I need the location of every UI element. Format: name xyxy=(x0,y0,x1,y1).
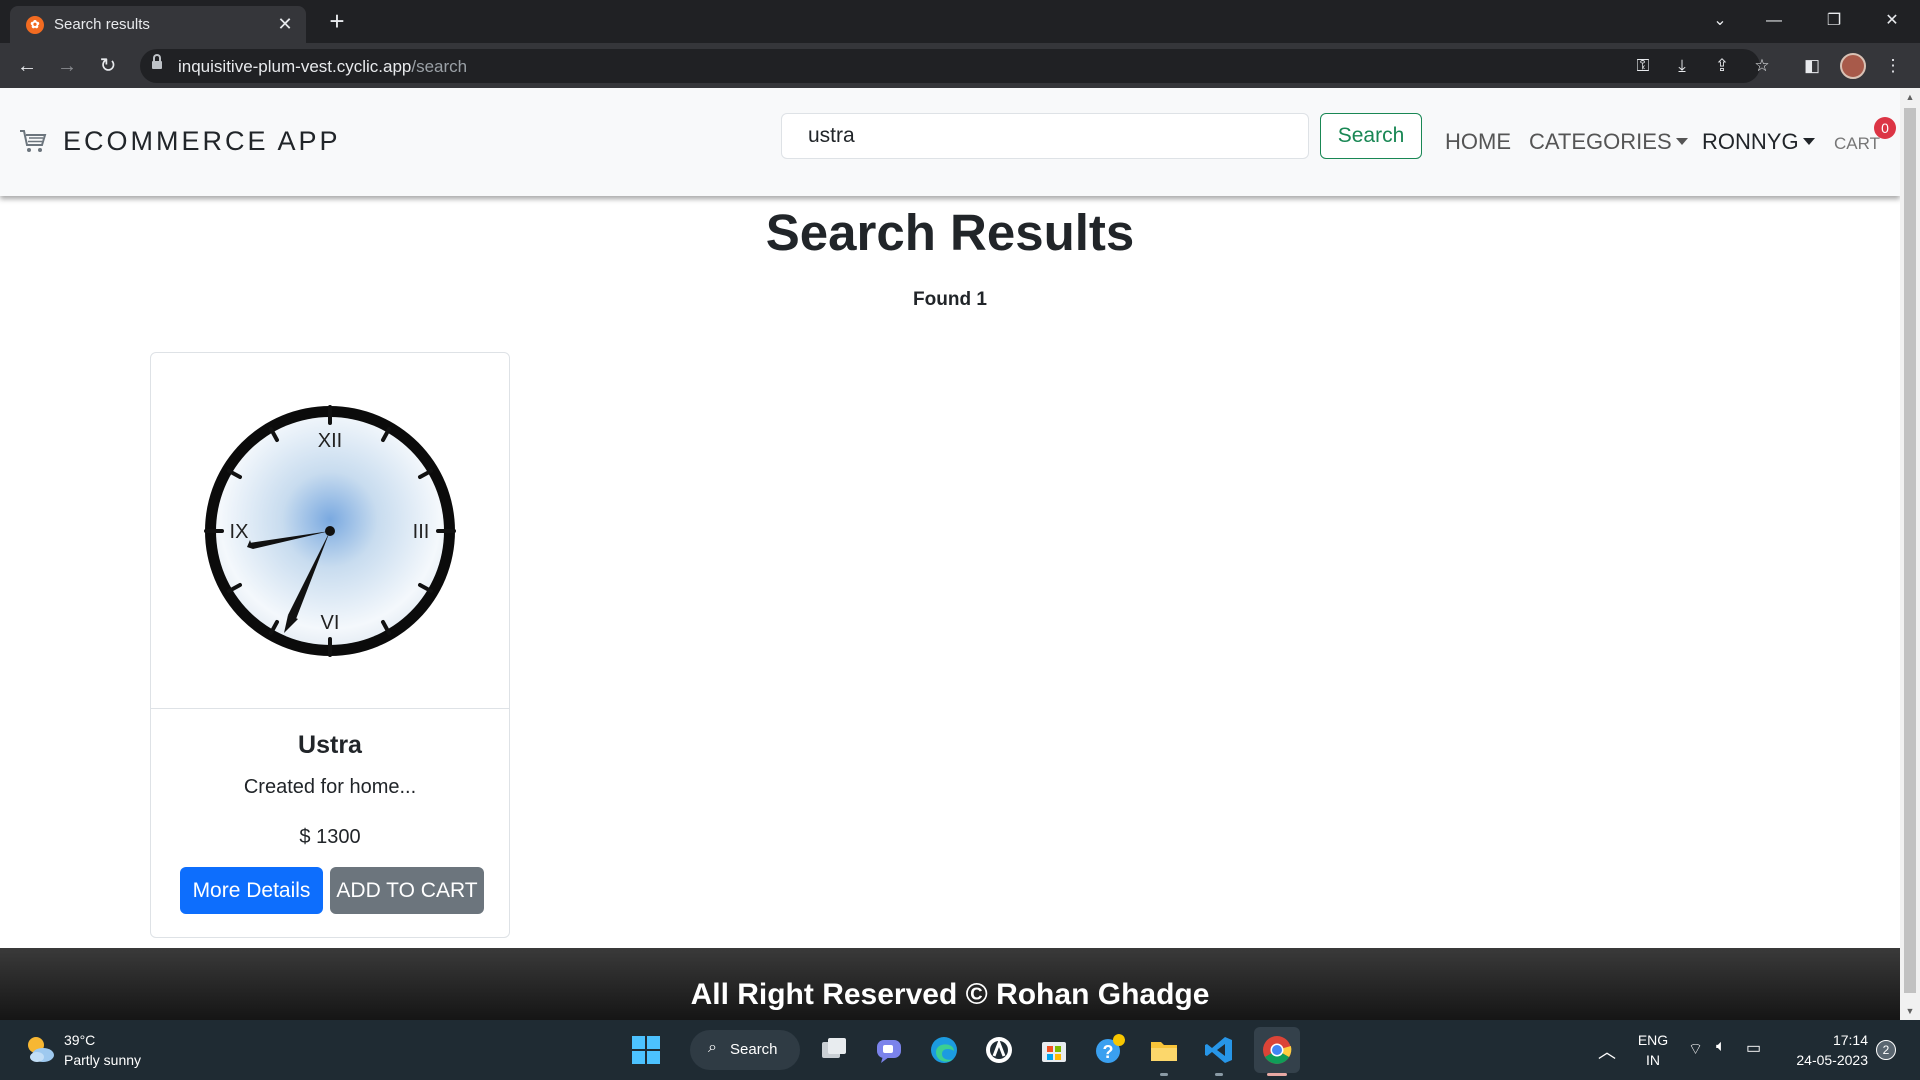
language-indicator-line2[interactable]: IN xyxy=(1636,1052,1670,1068)
bookmark-star-icon[interactable]: ☆ xyxy=(1749,53,1775,79)
forward-icon[interactable]: → xyxy=(53,52,81,80)
caret-down-icon xyxy=(1802,138,1815,145)
scroll-up-arrow-icon[interactable]: ▲ xyxy=(1905,92,1915,102)
new-tab-button[interactable]: + xyxy=(322,8,352,35)
nav-categories-dropdown[interactable]: CATEGORIES xyxy=(1529,129,1688,155)
site-footer: All Right Reserved © Rohan Ghadge xyxy=(0,948,1900,1020)
windows-start-icon[interactable] xyxy=(630,1034,662,1066)
microsoft-store-icon[interactable] xyxy=(1038,1034,1070,1066)
nav-user-dropdown[interactable]: RONNYG xyxy=(1702,129,1815,155)
browser-toolbar: ← → ↻ inquisitive-plum-vest.cyclic.app/s… xyxy=(0,43,1920,88)
search-icon: ⌕ xyxy=(708,1039,717,1056)
tab-title: Search results xyxy=(54,16,150,33)
teams-chat-icon[interactable] xyxy=(873,1034,905,1066)
side-panel-icon[interactable]: ◧ xyxy=(1799,53,1825,79)
copilot-app-icon[interactable] xyxy=(983,1034,1015,1066)
url-host: inquisitive-plum-vest.cyclic.app xyxy=(178,57,412,76)
url-path: /search xyxy=(411,57,468,76)
url-text: inquisitive-plum-vest.cyclic.app/search xyxy=(178,57,467,77)
active-indicator xyxy=(1267,1073,1287,1076)
menu-kebab-icon[interactable]: ⋮ xyxy=(1880,53,1906,79)
clock-numeral-3: III xyxy=(413,521,430,543)
nav-categories-label: CATEGORIES xyxy=(1529,129,1672,154)
restore-icon[interactable]: ❐ xyxy=(1814,6,1854,36)
tray-chevron-up-icon[interactable]: ︿ xyxy=(1598,1038,1616,1064)
battery-icon[interactable]: ▭ xyxy=(1746,1038,1761,1058)
tab-search-icon[interactable]: ⌄ xyxy=(1700,6,1740,36)
browser-tab-strip: ✿ Search results ✕ + ⌄ — ❐ ✕ xyxy=(0,0,1920,43)
product-card: XII III VI IX Ustra Created for home... … xyxy=(150,352,510,938)
clock-numeral-12: XII xyxy=(318,430,342,452)
notification-count-badge[interactable]: 2 xyxy=(1876,1040,1896,1060)
product-description: Created for home... xyxy=(243,776,417,798)
add-to-cart-button[interactable]: ADD TO CART xyxy=(330,867,484,914)
search-input[interactable] xyxy=(781,113,1309,159)
taskbar-search[interactable]: ⌕ Search xyxy=(690,1030,800,1070)
vscode-icon[interactable] xyxy=(1203,1034,1235,1066)
web-page: ECOMMERCE APP Search HOME CATEGORIES RON… xyxy=(0,88,1900,1020)
close-tab-icon[interactable]: ✕ xyxy=(274,13,296,35)
get-help-icon[interactable]: ? xyxy=(1093,1034,1125,1066)
volume-icon[interactable]: 🔈︎ xyxy=(1716,1038,1726,1056)
task-view-icon[interactable] xyxy=(818,1034,850,1066)
edge-browser-icon[interactable] xyxy=(928,1034,960,1066)
shopping-cart-icon xyxy=(20,130,47,152)
share-icon[interactable]: ⇪ xyxy=(1709,53,1735,79)
page-title: Search Results xyxy=(765,204,1135,261)
window-close-icon[interactable]: ✕ xyxy=(1872,6,1912,36)
svg-text:?: ? xyxy=(1103,1042,1114,1062)
product-image[interactable]: XII III VI IX xyxy=(151,353,509,709)
nav-home-link[interactable]: HOME xyxy=(1445,129,1511,155)
scroll-down-arrow-icon[interactable]: ▼ xyxy=(1905,1006,1915,1016)
clock-numeral-9: IX xyxy=(230,521,249,543)
back-icon[interactable]: ← xyxy=(13,52,41,80)
windows-taskbar: 39°C Partly sunny ⌕ Search ? ︿ ENG IN ⌔ … xyxy=(0,1020,1920,1080)
clock-numeral-6: VI xyxy=(321,612,340,634)
weather-temperature: 39°C xyxy=(64,1032,96,1048)
product-name: Ustra xyxy=(298,731,362,759)
address-bar[interactable]: inquisitive-plum-vest.cyclic.app/search xyxy=(140,49,1760,83)
running-indicator xyxy=(1215,1073,1223,1076)
caret-down-icon xyxy=(1675,138,1688,145)
minimize-icon[interactable]: — xyxy=(1754,6,1794,36)
running-indicator xyxy=(1160,1073,1168,1076)
footer-copyright: All Right Reserved © Rohan Ghadge xyxy=(690,978,1210,1011)
browser-tab[interactable]: ✿ Search results ✕ xyxy=(10,6,306,43)
nav-user-label: RONNYG xyxy=(1702,129,1799,154)
search-button[interactable]: Search xyxy=(1320,113,1422,159)
product-price: $ 1300 xyxy=(299,826,361,848)
wifi-icon[interactable]: ⌔ xyxy=(1688,1039,1703,1059)
key-icon[interactable]: ⚿ xyxy=(1630,53,1656,79)
chrome-browser-icon[interactable] xyxy=(1261,1034,1293,1066)
brand-logo-text[interactable]: ECOMMERCE APP xyxy=(63,126,341,157)
file-explorer-icon[interactable] xyxy=(1148,1034,1180,1066)
wall-clock-image: XII III VI IX xyxy=(204,405,456,657)
clock-date[interactable]: 24-05-2023 xyxy=(1784,1052,1868,1068)
more-details-button[interactable]: More Details xyxy=(180,867,323,914)
favicon-icon: ✿ xyxy=(26,16,44,34)
results-count: Found 1 xyxy=(913,289,987,310)
scroll-thumb[interactable] xyxy=(1904,108,1916,993)
cart-count-badge: 0 xyxy=(1874,117,1896,139)
language-indicator-line1[interactable]: ENG xyxy=(1636,1032,1670,1048)
nav-cart-link[interactable]: CART xyxy=(1834,134,1880,154)
site-navbar: ECOMMERCE APP Search HOME CATEGORIES RON… xyxy=(0,88,1900,196)
clock-time[interactable]: 17:14 xyxy=(1784,1032,1868,1048)
partly-sunny-icon[interactable] xyxy=(24,1034,56,1064)
lock-icon[interactable] xyxy=(152,54,162,71)
profile-avatar[interactable] xyxy=(1840,53,1866,79)
weather-description: Partly sunny xyxy=(64,1052,142,1068)
install-icon[interactable]: ⤓ xyxy=(1669,53,1695,79)
page-scrollbar[interactable]: ▲ ▼ xyxy=(1900,88,1920,1020)
reload-icon[interactable]: ↻ xyxy=(94,52,122,80)
taskbar-search-label: Search xyxy=(730,1041,778,1058)
